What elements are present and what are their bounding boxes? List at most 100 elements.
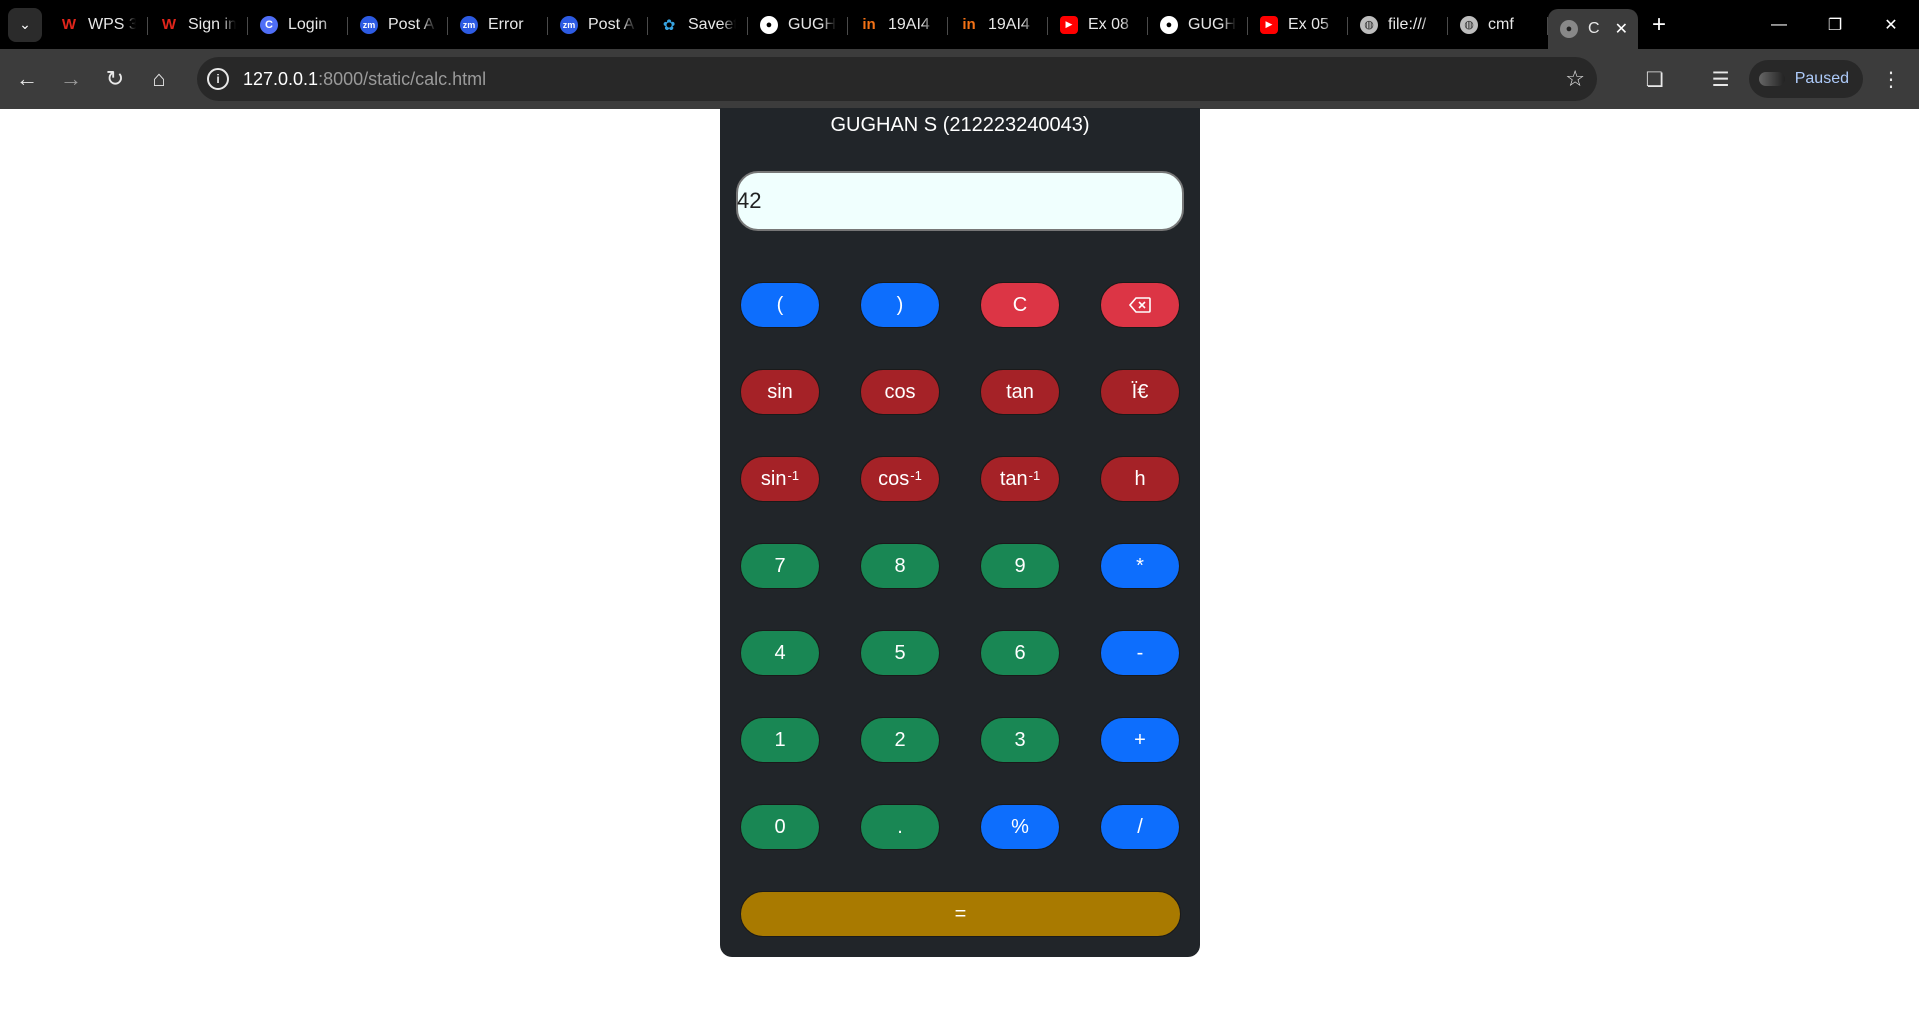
in-icon: in	[962, 16, 976, 33]
youtube-icon: ▶	[1260, 15, 1278, 34]
tab-1[interactable]: W Sign in	[148, 7, 248, 43]
zm-icon: zm	[460, 15, 478, 34]
reload-button[interactable]: ↻	[93, 57, 137, 101]
tab-title: Ex 05	[1288, 15, 1329, 33]
acos-button[interactable]: cos -1	[860, 456, 940, 502]
close-tab-icon[interactable]: ✕	[1615, 19, 1628, 39]
arrow-left-icon: ←	[16, 66, 38, 91]
digit-2-button[interactable]: 2	[860, 717, 940, 763]
clear-button[interactable]: C	[980, 282, 1060, 328]
decimal-point-button[interactable]: .	[860, 804, 940, 850]
restore-icon[interactable]: ❐	[1807, 0, 1863, 49]
tab-4[interactable]: zm Error	[448, 7, 548, 43]
in-icon: in	[862, 16, 876, 33]
arrow-right-icon: →	[60, 66, 82, 91]
globe-icon: ◍	[1460, 15, 1478, 34]
chevron-down-icon: ⌄	[19, 16, 31, 32]
back-button[interactable]: ←	[5, 57, 49, 101]
window-controls: — ❐ ✕	[1751, 0, 1919, 49]
close-paren-button[interactable]: )	[860, 282, 940, 328]
c-logo-icon: C	[260, 15, 278, 34]
cos-button[interactable]: cos	[860, 369, 940, 415]
tab-title: Login	[288, 15, 328, 33]
profile-status: Paused	[1794, 70, 1849, 87]
github-icon: ●	[1160, 15, 1178, 34]
tab-6[interactable]: ✿ Saveet	[648, 7, 748, 43]
tab-5[interactable]: zm Post A	[548, 7, 648, 43]
toolbar-right: ❏ ☰ Paused ⋮	[1633, 49, 1919, 109]
tab-7[interactable]: ● GUGH	[748, 7, 848, 43]
equals-button[interactable]: =	[740, 891, 1181, 937]
tab-title: GUGH	[788, 15, 836, 33]
digit-3-button[interactable]: 3	[980, 717, 1060, 763]
digit-5-button[interactable]: 5	[860, 630, 940, 676]
close-window-icon[interactable]: ✕	[1863, 0, 1919, 49]
multiply-button[interactable]: *	[1100, 543, 1180, 589]
percent-button[interactable]: %	[980, 804, 1060, 850]
home-button[interactable]: ⌂	[137, 57, 181, 101]
digit-9-button[interactable]: 9	[980, 543, 1060, 589]
avatar	[1758, 72, 1785, 86]
tab-10[interactable]: ▶ Ex 08	[1048, 7, 1148, 43]
backspace-button[interactable]	[1100, 282, 1180, 328]
home-icon: ⌂	[152, 66, 166, 91]
digit-0-button[interactable]: 0	[740, 804, 820, 850]
tab-title: Error	[488, 15, 524, 33]
tab-title: 19AI4	[988, 15, 1030, 33]
minimize-icon[interactable]: —	[1751, 0, 1807, 49]
digit-4-button[interactable]: 4	[740, 630, 820, 676]
globe-icon: ◍	[1360, 15, 1378, 34]
tab-title: Post A	[388, 15, 435, 33]
tab-active[interactable]: ● C ✕	[1548, 8, 1638, 49]
tab-12[interactable]: ▶ Ex 05	[1248, 7, 1348, 43]
tab-search-button[interactable]: ⌄	[8, 7, 42, 42]
forward-button[interactable]: →	[49, 57, 93, 101]
extensions-icon[interactable]: ❏	[1633, 57, 1677, 101]
open-paren-button[interactable]: (	[740, 282, 820, 328]
tab-2[interactable]: C Login	[248, 7, 348, 43]
calculator-panel: GUGHAN S (212223240043) 42 ( ) C sin cos…	[720, 108, 1200, 957]
sin-button[interactable]: sin	[740, 369, 820, 415]
h-button[interactable]: h	[1100, 456, 1180, 502]
tab-3[interactable]: zm Post A	[348, 7, 448, 43]
asin-button[interactable]: sin -1	[740, 456, 820, 502]
profile-button[interactable]: Paused	[1748, 60, 1863, 98]
saveetha-icon: ✿	[662, 16, 676, 34]
tab-title: 19AI4	[888, 15, 930, 33]
tab-strip: ⌄ W WPS 3 W Sign in C Login zm Post A zm Error zm P…	[0, 0, 1919, 49]
digit-8-button[interactable]: 8	[860, 543, 940, 589]
new-tab-button[interactable]: +	[1652, 11, 1666, 39]
tab-title: WPS 3	[88, 15, 136, 33]
site-info-icon[interactable]: i	[207, 68, 229, 90]
tab-0[interactable]: W WPS 3	[48, 7, 148, 43]
digit-1-button[interactable]: 1	[740, 717, 820, 763]
digit-7-button[interactable]: 7	[740, 543, 820, 589]
toolbar: ← → ↻ ⌂ i 127.0.0.1:8000/static/calc.htm…	[0, 49, 1919, 109]
calculator-display[interactable]: 42	[736, 171, 1184, 231]
tab-title: C	[1588, 19, 1600, 37]
youtube-icon: ▶	[1060, 15, 1078, 34]
digit-6-button[interactable]: 6	[980, 630, 1060, 676]
tab-14[interactable]: ◍ cmf	[1448, 7, 1548, 43]
github-icon: ●	[760, 15, 778, 34]
tab-title: Sign in	[188, 15, 236, 33]
minus-button[interactable]: -	[1100, 630, 1180, 676]
tab-13[interactable]: ◍ file:///	[1348, 7, 1448, 43]
tab-11[interactable]: ● GUGH	[1148, 7, 1248, 43]
tab-title: GUGH	[1188, 15, 1236, 33]
atan-button[interactable]: tan -1	[980, 456, 1060, 502]
wps-icon: W	[61, 16, 77, 33]
media-controls-icon[interactable]: ☰	[1699, 57, 1743, 101]
address-bar[interactable]: i 127.0.0.1:8000/static/calc.html ☆	[197, 57, 1597, 101]
pi-button[interactable]: Ï€	[1100, 369, 1180, 415]
tab-title: Saveet	[688, 15, 736, 33]
bookmark-star-icon[interactable]: ☆	[1565, 66, 1585, 92]
tab-8[interactable]: in 19AI4	[848, 7, 948, 43]
divide-button[interactable]: /	[1100, 804, 1180, 850]
tab-9[interactable]: in 19AI4	[948, 7, 1048, 43]
reload-icon: ↻	[105, 66, 125, 91]
backspace-icon	[1129, 297, 1151, 313]
menu-kebab-icon[interactable]: ⋮	[1869, 57, 1913, 101]
tan-button[interactable]: tan	[980, 369, 1060, 415]
plus-button[interactable]: +	[1100, 717, 1180, 763]
